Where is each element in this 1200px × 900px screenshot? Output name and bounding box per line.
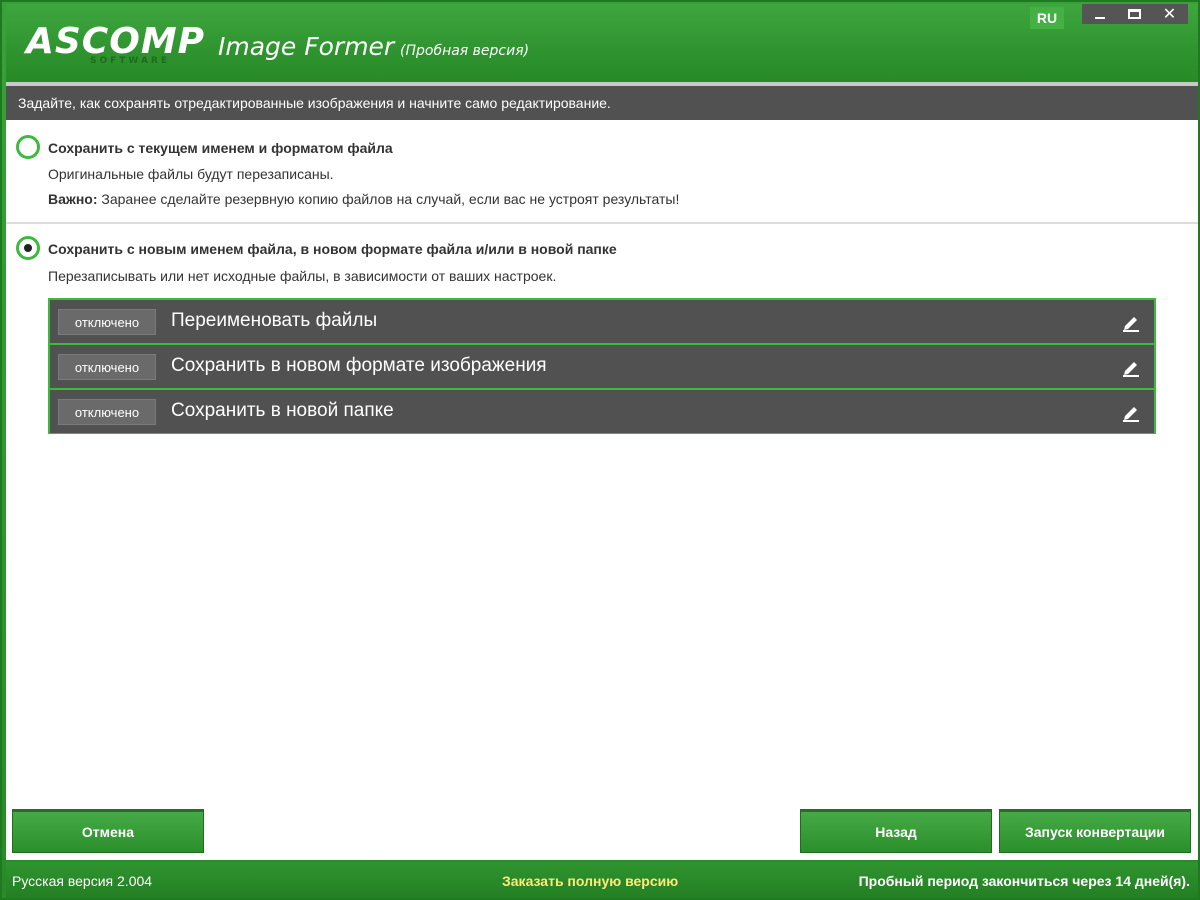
rename-label: Переименовать файлы <box>171 310 378 331</box>
logo-subtext: SOFTWARE <box>90 56 170 66</box>
start-conversion-button[interactable]: Запуск конвертации <box>999 809 1191 853</box>
title-bar: ASCOMP SOFTWARE Image Former (Пробная ве… <box>6 4 1198 82</box>
save-current-title[interactable]: Сохранить с текущем именем и форматом фа… <box>48 140 393 156</box>
save-new-desc: Перезаписывать или нет исходные файлы, в… <box>48 268 557 284</box>
format-toggle[interactable]: отключено <box>58 354 156 380</box>
maximize-button[interactable] <box>1117 4 1152 24</box>
important-label: Важно: <box>48 191 98 207</box>
trial-period-text: Пробный период закончиться через 14 дней… <box>858 873 1190 889</box>
format-label: Сохранить в новом формате изображения <box>171 355 547 376</box>
ascomp-logo: ASCOMP SOFTWARE <box>26 22 208 68</box>
folder-toggle[interactable]: отключено <box>58 399 156 425</box>
minimize-button[interactable] <box>1082 4 1117 24</box>
window-controls: ✕ <box>1082 4 1188 24</box>
folder-label: Сохранить в новой папке <box>171 400 394 421</box>
minimize-icon <box>1094 17 1105 19</box>
save-current-warning: Важно: Заранее сделайте резервную копию … <box>48 191 679 207</box>
maximize-icon <box>1128 9 1141 19</box>
cancel-button[interactable]: Отмена <box>12 809 204 853</box>
version-text: Русская версия 2.004 <box>12 873 153 889</box>
radio-selected-dot <box>24 244 32 252</box>
trial-label: (Пробная версия) <box>400 43 530 59</box>
language-button[interactable]: RU <box>1030 7 1064 29</box>
output-settings-panel: отключено Переименовать файлы отключено … <box>48 298 1156 434</box>
setting-row-format[interactable]: отключено Сохранить в новом формате изоб… <box>50 345 1154 388</box>
back-button[interactable]: Назад <box>800 809 992 853</box>
save-current-desc: Оригинальные файлы будут перезаписаны. <box>48 166 334 182</box>
close-icon: ✕ <box>1162 6 1177 23</box>
save-current-option: Сохранить с текущем именем и форматом фа… <box>6 120 1198 224</box>
pencil-icon[interactable] <box>1122 357 1140 377</box>
setting-row-folder[interactable]: отключено Сохранить в новой папке <box>50 390 1154 433</box>
main-content: Сохранить с текущем именем и форматом фа… <box>6 120 1198 860</box>
app-window: ASCOMP SOFTWARE Image Former (Пробная ве… <box>0 0 1200 900</box>
status-bar: Русская версия 2.004 Заказать полную вер… <box>6 862 1198 898</box>
close-button[interactable]: ✕ <box>1152 4 1187 24</box>
important-text: Заранее сделайте резервную копию файлов … <box>101 191 680 207</box>
save-new-radio[interactable] <box>16 236 40 260</box>
rename-toggle[interactable]: отключено <box>58 309 156 335</box>
instruction-bar: Задайте, как сохранять отредактированные… <box>6 86 1198 120</box>
save-new-title[interactable]: Сохранить с новым именем файла, в новом … <box>48 241 617 257</box>
order-full-version-link[interactable]: Заказать полную версию <box>502 873 678 889</box>
setting-row-rename[interactable]: отключено Переименовать файлы <box>50 300 1154 343</box>
app-title: Image Former <box>218 32 395 61</box>
pencil-icon[interactable] <box>1122 312 1140 332</box>
save-current-radio[interactable] <box>16 135 40 159</box>
pencil-icon[interactable] <box>1122 402 1140 422</box>
